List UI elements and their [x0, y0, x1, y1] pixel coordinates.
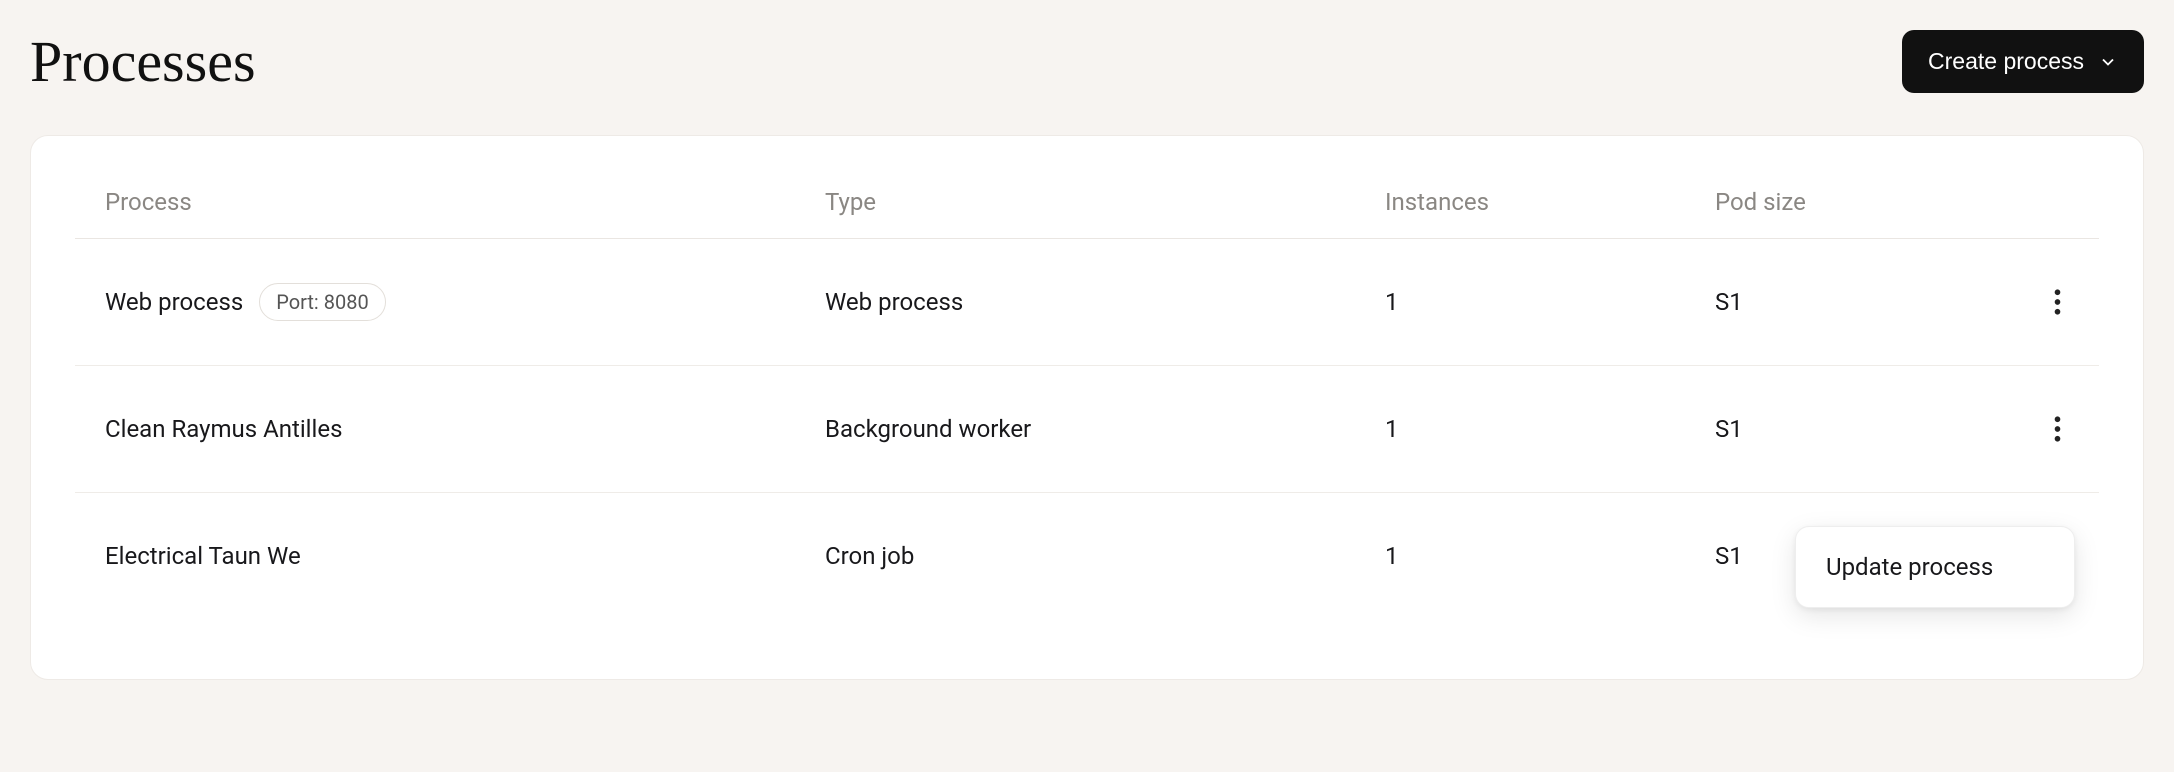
process-pod-size: S1 — [1715, 288, 2019, 316]
process-type: Cron job — [825, 542, 1385, 570]
kebab-icon — [2054, 289, 2061, 315]
process-type: Web process — [825, 288, 1385, 316]
process-type: Background worker — [825, 415, 1385, 443]
row-actions-menu: Update process — [1795, 526, 2075, 608]
process-name: Clean Raymus Antilles — [105, 415, 342, 443]
port-badge: Port: 8080 — [259, 283, 385, 321]
process-instances: 1 — [1385, 288, 1715, 316]
process-pod-size: S1 — [1715, 415, 2019, 443]
page-title: Processes — [30, 28, 256, 95]
kebab-icon — [2054, 416, 2061, 442]
col-header-type: Type — [825, 188, 1385, 216]
row-actions-button[interactable] — [2046, 281, 2069, 323]
table-row: Web process Port: 8080 Web process 1 S1 — [75, 239, 2099, 366]
col-header-process: Process — [105, 188, 825, 216]
table-row: Clean Raymus Antilles Background worker … — [75, 366, 2099, 493]
processes-card: Process Type Instances Pod size Web proc… — [30, 135, 2144, 680]
process-name: Web process — [105, 288, 243, 316]
col-header-actions — [2019, 188, 2069, 216]
chevron-down-icon — [2098, 52, 2118, 72]
update-process-menu-item[interactable]: Update process — [1796, 537, 2074, 597]
process-name: Electrical Taun We — [105, 542, 301, 570]
row-actions-button[interactable] — [2046, 408, 2069, 450]
table-header: Process Type Instances Pod size — [75, 166, 2099, 239]
process-instances: 1 — [1385, 415, 1715, 443]
col-header-instances: Instances — [1385, 188, 1715, 216]
create-process-label: Create process — [1928, 48, 2084, 75]
create-process-button[interactable]: Create process — [1902, 30, 2144, 93]
col-header-pod-size: Pod size — [1715, 188, 2019, 216]
process-instances: 1 — [1385, 542, 1715, 570]
